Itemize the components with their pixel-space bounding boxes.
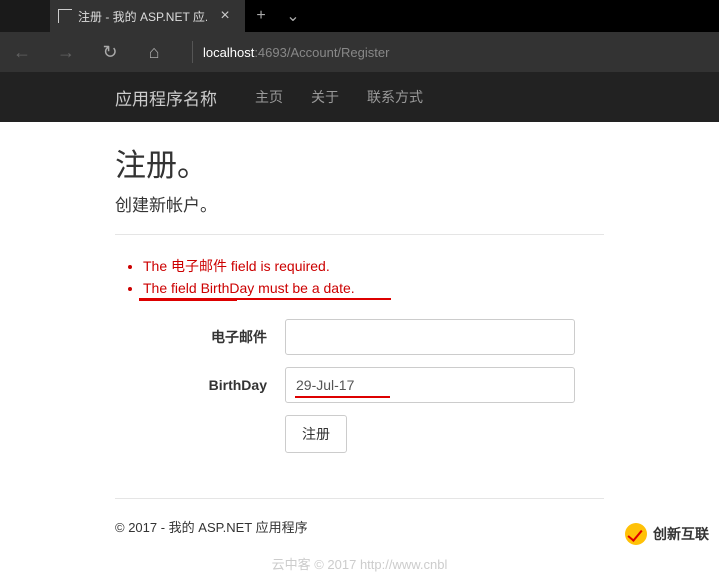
form-row-birthday: BirthDay: [115, 367, 604, 403]
submit-row: 注册: [115, 415, 604, 453]
email-field[interactable]: [285, 319, 575, 355]
home-button[interactable]: ⌂: [140, 42, 168, 63]
url-path: :4693/Account/Register: [254, 45, 389, 60]
footer: © 2017 - 我的 ASP.NET 应用程序: [115, 498, 604, 536]
url-field[interactable]: localhost:4693/Account/Register: [184, 41, 711, 63]
browser-tab[interactable]: 注册 - 我的 ASP.NET 应... ×: [50, 0, 245, 32]
register-button[interactable]: 注册: [285, 415, 347, 453]
back-button[interactable]: ←: [8, 42, 36, 63]
refresh-button[interactable]: ↻: [96, 42, 124, 63]
site-nav: 应用程序名称 主页 关于 联系方式: [0, 72, 719, 122]
close-icon[interactable]: ×: [213, 7, 237, 25]
birthday-label: BirthDay: [115, 377, 285, 393]
error-item: The field BirthDay must be a date.: [143, 277, 604, 301]
forward-button[interactable]: →: [52, 42, 80, 63]
form-row-email: 电子邮件: [115, 319, 604, 355]
tab-title: 注册 - 我的 ASP.NET 应...: [78, 8, 207, 25]
divider: [115, 234, 604, 235]
page-icon: [58, 9, 72, 23]
address-bar: ← → ↻ ⌂ localhost:4693/Account/Register: [0, 32, 719, 72]
badge-text: 创新互联: [653, 524, 709, 544]
error-item: The 电子邮件 field is required.: [143, 255, 604, 277]
brand-badge: 创新互联: [579, 514, 719, 554]
email-label: 电子邮件: [115, 327, 285, 347]
tab-menu-chevron-icon[interactable]: ⌄: [277, 0, 309, 32]
new-tab-button[interactable]: +: [245, 0, 277, 32]
url-host: localhost: [203, 45, 254, 60]
brand-label[interactable]: 应用程序名称: [115, 85, 217, 110]
nav-link-home[interactable]: 主页: [255, 87, 283, 107]
main-content: 注册。 创建新帐户。 The 电子邮件 field is required. T…: [0, 122, 719, 573]
page-title: 注册。: [115, 140, 604, 185]
tab-spacer: [0, 0, 50, 32]
watermark: 云中客 © 2017 http://www.cnbl: [115, 554, 604, 573]
page-subtitle: 创建新帐户。: [115, 191, 604, 216]
badge-check-icon: [625, 523, 647, 545]
annotation-underline: [295, 396, 390, 398]
annotation-underline: [139, 299, 237, 301]
separator: [192, 41, 193, 63]
error-text: The field BirthDay must be a date.: [143, 280, 355, 296]
nav-link-contact[interactable]: 联系方式: [367, 87, 423, 107]
validation-summary: The 电子邮件 field is required. The field Bi…: [143, 255, 604, 301]
browser-tab-bar: 注册 - 我的 ASP.NET 应... × + ⌄: [0, 0, 719, 32]
nav-link-about[interactable]: 关于: [311, 87, 339, 107]
